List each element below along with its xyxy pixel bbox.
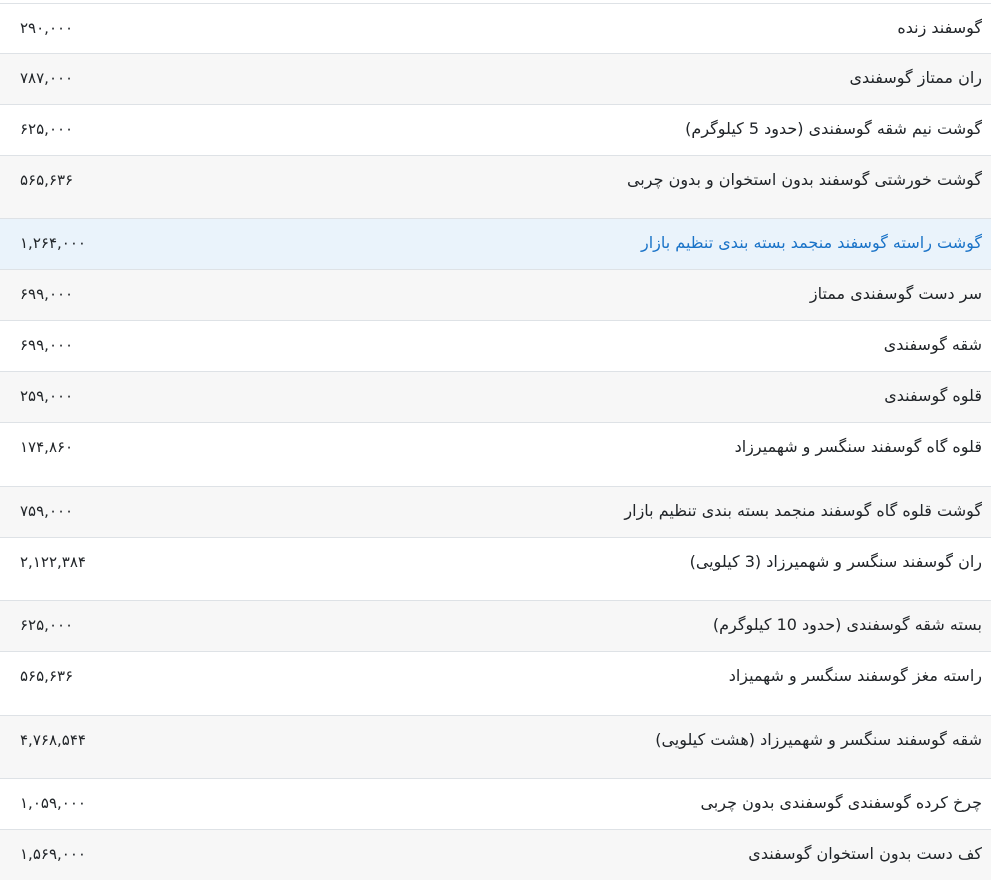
table-row: چرخ کرده گوسفندی گوسفندی بدون چربی ۱,۰۵۹,… xyxy=(0,778,991,830)
product-name-cell: چرخ کرده گوسفندی گوسفندی بدون چربی xyxy=(230,779,991,830)
table-row[interactable]: گوشت راسته گوسفند منجمد بسته بندی تنظیم … xyxy=(0,218,991,270)
product-price-cell: ۲,۱۲۲,۳۸۴ xyxy=(0,538,230,601)
product-name-cell: شقه گوسفندی xyxy=(230,321,991,372)
product-name-cell: کف دست بدون استخوان گوسفندی xyxy=(230,830,991,880)
product-price-cell: ۵۶۵,۶۳۶ xyxy=(0,652,230,716)
table-row: بسته شقه گوسفندی (حدود 10 کیلوگرم) ۶۲۵,۰۰… xyxy=(0,600,991,652)
product-price-cell: ۱,۲۶۴,۰۰۰ xyxy=(0,219,230,270)
product-name-cell: گوشت نیم شقه گوسفندی (حدود 5 کیلوگرم) xyxy=(230,105,991,156)
product-name: قلوه گاه گوسفند سنگسر و شهمیرزاد xyxy=(734,437,982,456)
product-price-cell: ۴,۷۶۸,۵۴۴ xyxy=(0,716,230,779)
product-price-cell: ۱,۵۶۹,۰۰۰ xyxy=(0,830,230,880)
table-row: راسته مغز گوسفند سنگسر و شهمیزاد ۵۶۵,۶۳۶ xyxy=(0,651,991,716)
product-price-cell: ۵۶۵,۶۳۶ xyxy=(0,156,230,219)
product-name-cell: سر دست گوسفندی ممتاز xyxy=(230,270,991,321)
product-name-cell[interactable]: گوشت راسته گوسفند منجمد بسته بندی تنظیم … xyxy=(230,219,991,270)
product-price: ۱,۰۵۹,۰۰۰ xyxy=(20,794,86,812)
product-price: ۶۲۵,۰۰۰ xyxy=(20,120,74,138)
product-price-cell: ۷۵۹,۰۰۰ xyxy=(0,487,230,538)
product-name: سر دست گوسفندی ممتاز xyxy=(809,284,982,303)
table-row: گوشت نیم شقه گوسفندی (حدود 5 کیلوگرم) ۶۲۵… xyxy=(0,104,991,156)
product-name: کف دست بدون استخوان گوسفندی xyxy=(748,844,982,863)
product-name: قلوه گوسفندی xyxy=(884,386,982,405)
product-price-cell: ۱,۰۵۹,۰۰۰ xyxy=(0,779,230,830)
product-price: ۲,۱۲۲,۳۸۴ xyxy=(20,553,86,571)
product-price-cell: ۲۹۰,۰۰۰ xyxy=(0,4,230,54)
product-name-cell: بسته شقه گوسفندی (حدود 10 کیلوگرم) xyxy=(230,601,991,652)
table-row: ران گوسفند سنگسر و شهمیرزاد (3 کیلویی) ۲,… xyxy=(0,537,991,601)
product-name: ران ممتاز گوسفندی xyxy=(849,68,982,87)
table-row: قلوه گوسفندی ۲۵۹,۰۰۰ xyxy=(0,371,991,423)
product-name-cell: گوشت خورشتی گوسفند بدون استخوان و بدون چ… xyxy=(230,156,991,219)
product-name: گوشت قلوه گاه گوسفند منجمد بسته بندی تنظ… xyxy=(624,501,982,520)
product-price: ۵۶۵,۶۳۶ xyxy=(20,171,74,189)
product-name: ران گوسفند سنگسر و شهمیرزاد (3 کیلویی) xyxy=(689,552,982,571)
product-link[interactable]: گوشت راسته گوسفند منجمد بسته بندی تنظیم … xyxy=(240,219,982,255)
product-price-cell: ۱۷۴,۸۶۰ xyxy=(0,423,230,487)
product-price: ۱۷۴,۸۶۰ xyxy=(20,438,74,456)
product-name-cell: گوشت قلوه گاه گوسفند منجمد بسته بندی تنظ… xyxy=(230,487,991,538)
table-row: ران ممتاز گوسفندی ۷۸۷,۰۰۰ xyxy=(0,53,991,105)
table-row: گوشت خورشتی گوسفند بدون استخوان و بدون چ… xyxy=(0,155,991,219)
product-price-cell: ۶۹۹,۰۰۰ xyxy=(0,321,230,372)
product-price: ۲۹۰,۰۰۰ xyxy=(20,19,74,37)
product-name-cell: ران ممتاز گوسفندی xyxy=(230,54,991,105)
table-row: شقه گوسفند سنگسر و شهمیرزاد (هشت کیلویی)… xyxy=(0,715,991,779)
product-price-cell: ۶۲۵,۰۰۰ xyxy=(0,601,230,652)
product-name-cell: شقه گوسفند سنگسر و شهمیرزاد (هشت کیلویی) xyxy=(230,716,991,779)
table-row: قلوه گاه گوسفند سنگسر و شهمیرزاد ۱۷۴,۸۶۰ xyxy=(0,422,991,487)
product-name-cell: راسته مغز گوسفند سنگسر و شهمیزاد xyxy=(230,652,991,716)
price-table: گوسفند زنده ۲۹۰,۰۰۰ ران ممتاز گوسفندی ۷۸۷,۰… xyxy=(0,3,991,880)
table-row: کف دست بدون استخوان گوسفندی ۱,۵۶۹,۰۰۰ xyxy=(0,829,991,880)
product-name: چرخ کرده گوسفندی گوسفندی بدون چربی xyxy=(700,793,982,812)
product-price: ۱,۵۶۹,۰۰۰ xyxy=(20,845,86,863)
product-name: گوسفند زنده xyxy=(897,18,982,37)
product-price: ۴,۷۶۸,۵۴۴ xyxy=(20,731,86,749)
product-price-cell: ۶۲۵,۰۰۰ xyxy=(0,105,230,156)
product-name-cell: قلوه گاه گوسفند سنگسر و شهمیرزاد xyxy=(230,423,991,487)
product-name: گوشت نیم شقه گوسفندی (حدود 5 کیلوگرم) xyxy=(685,119,982,138)
product-name: راسته مغز گوسفند سنگسر و شهمیزاد xyxy=(728,666,982,685)
product-name: گوشت خورشتی گوسفند بدون استخوان و بدون چ… xyxy=(626,170,982,189)
table-row: گوشت قلوه گاه گوسفند منجمد بسته بندی تنظ… xyxy=(0,486,991,538)
product-price: ۱,۲۶۴,۰۰۰ xyxy=(20,234,86,252)
table-row: سر دست گوسفندی ممتاز ۶۹۹,۰۰۰ xyxy=(0,269,991,321)
product-name: شقه گوسفند سنگسر و شهمیرزاد (هشت کیلویی) xyxy=(655,730,982,749)
product-name: بسته شقه گوسفندی (حدود 10 کیلوگرم) xyxy=(712,615,982,634)
product-name-cell: گوسفند زنده xyxy=(230,4,991,54)
table-row: شقه گوسفندی ۶۹۹,۰۰۰ xyxy=(0,320,991,372)
product-price: ۲۵۹,۰۰۰ xyxy=(20,387,74,405)
product-name-cell: ران گوسفند سنگسر و شهمیرزاد (3 کیلویی) xyxy=(230,538,991,601)
product-name-cell: قلوه گوسفندی xyxy=(230,372,991,423)
table-row: گوسفند زنده ۲۹۰,۰۰۰ xyxy=(0,3,991,54)
product-price-cell: ۶۹۹,۰۰۰ xyxy=(0,270,230,321)
product-price: ۶۹۹,۰۰۰ xyxy=(20,285,74,303)
product-price: ۷۸۷,۰۰۰ xyxy=(20,69,74,87)
price-table-body: گوسفند زنده ۲۹۰,۰۰۰ ران ممتاز گوسفندی ۷۸۷,۰… xyxy=(0,3,991,880)
product-price: ۵۶۵,۶۳۶ xyxy=(20,667,74,685)
product-name: شقه گوسفندی xyxy=(883,335,982,354)
product-price-cell: ۲۵۹,۰۰۰ xyxy=(0,372,230,423)
product-price-cell: ۷۸۷,۰۰۰ xyxy=(0,54,230,105)
product-price: ۶۲۵,۰۰۰ xyxy=(20,616,74,634)
product-price: ۶۹۹,۰۰۰ xyxy=(20,336,74,354)
product-price: ۷۵۹,۰۰۰ xyxy=(20,502,74,520)
